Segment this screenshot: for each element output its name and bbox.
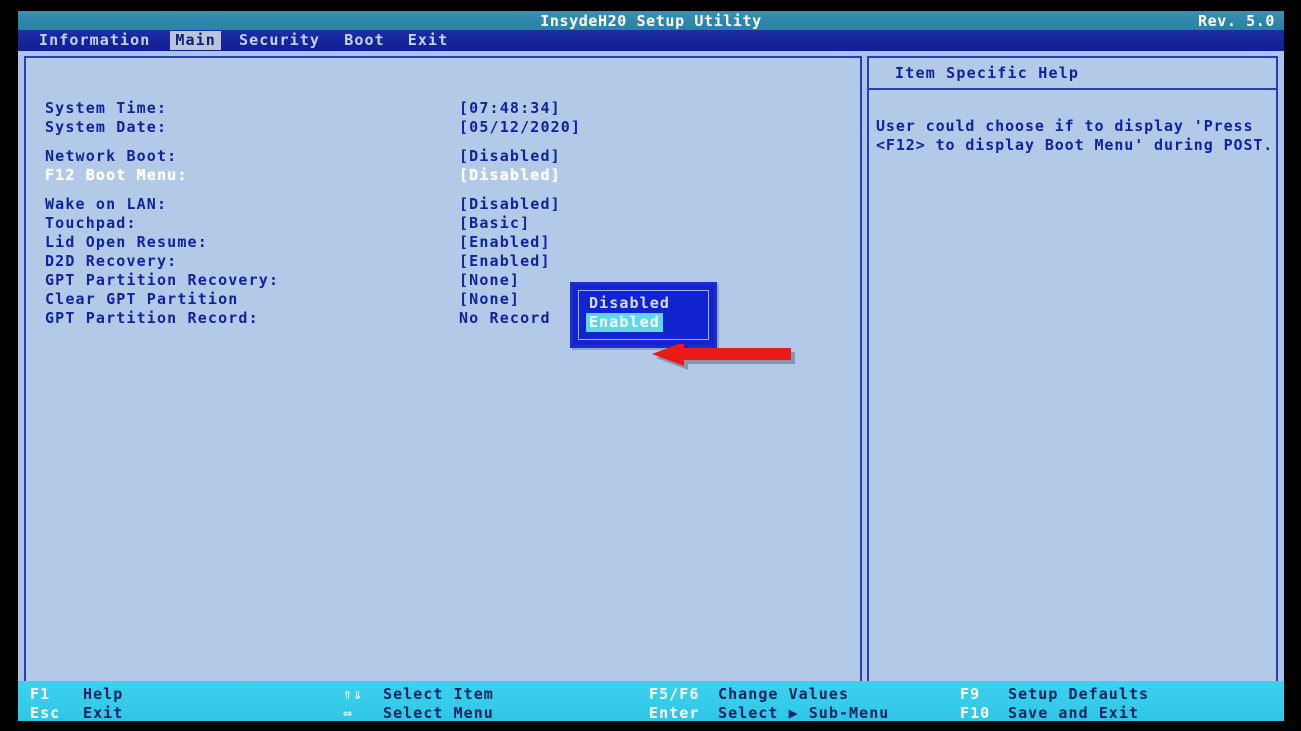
- status-key: Esc: [30, 704, 61, 721]
- setting-value[interactable]: [Disabled]: [459, 147, 561, 166]
- setting-row[interactable]: System Date: [05/12/2020]: [26, 118, 860, 147]
- setting-label: F12 Boot Menu:: [45, 166, 188, 184]
- status-description: Setup Defaults: [1008, 685, 1150, 703]
- setting-row[interactable]: F12 Boot Menu: [Disabled]: [26, 166, 860, 195]
- setting-value[interactable]: [None]: [459, 271, 520, 290]
- status-description: Exit: [83, 704, 124, 721]
- setting-value[interactable]: [05/12/2020]: [459, 118, 581, 137]
- setting-label: System Time:: [45, 99, 168, 117]
- setting-row[interactable]: System Time: [07:48:34]: [26, 99, 860, 118]
- popup-option-enabled[interactable]: Enabled: [586, 313, 663, 332]
- status-description: Save and Exit: [1008, 704, 1140, 721]
- setting-row[interactable]: Lid Open Resume: [Enabled]: [26, 233, 860, 252]
- setting-row[interactable]: D2D Recovery: [Enabled]: [26, 252, 860, 271]
- menu-tab-security[interactable]: Security: [234, 31, 325, 50]
- title-bar: InsydeH20 Setup Utility Rev. 5.0: [18, 11, 1284, 30]
- item-specific-help-panel: Item Specific Help User could choose if …: [867, 56, 1278, 684]
- setting-value[interactable]: [Enabled]: [459, 252, 551, 271]
- bios-setup-utility: InsydeH20 Setup Utility Rev. 5.0 Informa…: [18, 11, 1284, 721]
- status-key: F1: [30, 685, 51, 703]
- status-bar: F1 Help Esc Exit ⇑⇓ Select Item ⇔ Select Menu F5…: [18, 681, 1284, 721]
- setting-row[interactable]: Clear GPT Partition [None]: [26, 290, 860, 309]
- status-description: Select Item: [383, 685, 494, 703]
- setting-label: Network Boot:: [45, 147, 178, 165]
- help-panel-header: Item Specific Help: [869, 58, 1276, 90]
- setting-label: GPT Partition Record:: [45, 309, 259, 327]
- settings-list: System Time: [07:48:34] System Date: [05/12…: [26, 58, 860, 328]
- setting-value[interactable]: [None]: [459, 290, 520, 309]
- red-annotation-arrow-icon: [652, 342, 795, 372]
- setting-row[interactable]: Wake on LAN: [Disabled]: [26, 195, 860, 214]
- setting-value[interactable]: [07:48:34]: [459, 99, 561, 118]
- setting-value[interactable]: [Basic]: [459, 214, 530, 233]
- setting-row[interactable]: GPT Partition Record: No Record: [26, 309, 860, 328]
- help-text-line: <F12> to display Boot Menu' during POST.: [876, 136, 1274, 154]
- revision-label: Rev. 5.0: [1197, 12, 1275, 30]
- status-description: Change Values: [718, 685, 850, 703]
- status-description: Help: [83, 685, 124, 703]
- status-key: ⇑⇓: [343, 685, 364, 703]
- status-key: F9: [960, 685, 981, 703]
- setting-label: GPT Partition Recovery:: [45, 271, 280, 289]
- status-key: Enter: [649, 704, 700, 721]
- setting-label: Wake on LAN:: [45, 195, 168, 213]
- setting-row[interactable]: Network Boot: [Disabled]: [26, 147, 860, 166]
- popup-option-disabled[interactable]: Disabled: [586, 294, 673, 313]
- status-key: ⇔: [343, 704, 354, 721]
- menu-tab-boot[interactable]: Boot: [339, 31, 390, 50]
- setting-value[interactable]: No Record: [459, 309, 551, 328]
- menu-tab-main[interactable]: Main: [170, 31, 221, 50]
- setting-row[interactable]: Touchpad: [Basic]: [26, 214, 860, 233]
- bios-screen: InsydeH20 Setup Utility Rev. 5.0 Informa…: [0, 0, 1301, 731]
- value-select-popup[interactable]: Disabled Enabled: [570, 282, 717, 348]
- setting-row[interactable]: GPT Partition Recovery: [None]: [26, 271, 860, 290]
- setting-label: Touchpad:: [45, 214, 137, 232]
- help-panel-title: Item Specific Help: [895, 64, 1080, 82]
- menu-tab-information[interactable]: Information: [34, 31, 155, 50]
- status-description: Select Menu: [383, 704, 494, 721]
- menu-tab-exit[interactable]: Exit: [403, 31, 454, 50]
- app-title: InsydeH20 Setup Utility: [540, 12, 762, 30]
- status-key: F5/F6: [649, 685, 700, 703]
- setting-value[interactable]: [Disabled]: [459, 166, 561, 185]
- setting-value[interactable]: [Enabled]: [459, 233, 551, 252]
- setting-value[interactable]: [Disabled]: [459, 195, 561, 214]
- setting-label: System Date:: [45, 118, 168, 136]
- help-panel-body: User could choose if to display 'Press <F…: [869, 90, 1276, 155]
- setting-label: Lid Open Resume:: [45, 233, 208, 251]
- setting-label: D2D Recovery:: [45, 252, 178, 270]
- menu-bar: Information Main Security Boot Exit: [18, 30, 1284, 51]
- status-description: Select ▶ Sub-Menu: [718, 704, 890, 721]
- help-text-line: User could choose if to display 'Press: [876, 117, 1254, 135]
- status-key: F10: [960, 704, 991, 721]
- setting-label: Clear GPT Partition: [45, 290, 239, 308]
